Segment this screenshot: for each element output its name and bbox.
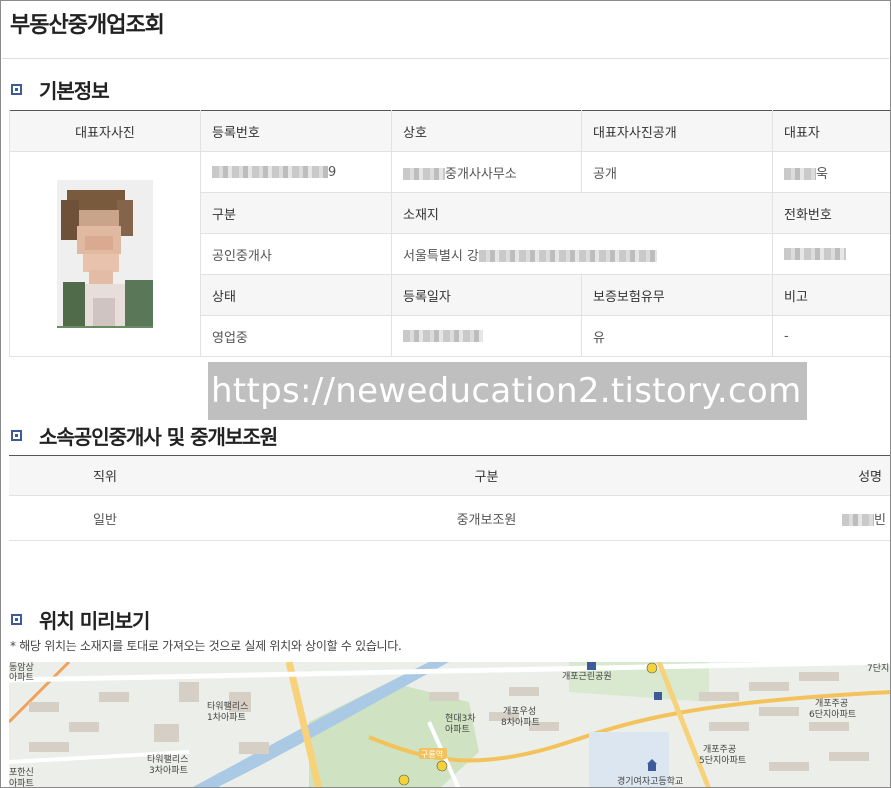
staff-table: 직위 구분 성명 일반 중개보조원 빈	[9, 455, 890, 541]
map-canvas[interactable]: 동암상 아파트 타워팰리스 1차아파트 타워팰리스 3차아파트 포한신 아파트 …	[9, 662, 891, 788]
map-label: 아파트	[9, 778, 34, 788]
status-value: 영업중	[200, 315, 392, 357]
header-staff-type: 구분	[201, 455, 772, 496]
map-label: 개포우성	[503, 706, 536, 717]
map-label: 5단지아파트	[699, 755, 746, 766]
staff-position-value: 일반	[9, 495, 201, 541]
rep-value: 욱	[772, 151, 890, 193]
map-label: 타워팰리스	[207, 700, 248, 712]
station-exit-icon	[436, 760, 448, 772]
rep-photo	[57, 180, 153, 328]
map-label: 타워팰리스	[147, 753, 188, 765]
header-reg-no: 등록번호	[200, 110, 392, 152]
pixelated-portrait-image	[57, 180, 153, 328]
staff-name-value: 빈	[772, 495, 890, 541]
location-note: * 해당 위치는 소재지를 토대로 가져오는 것으로 실제 위치와 상이할 수 …	[10, 639, 402, 653]
map-label: 8차아파트	[501, 716, 540, 728]
remark-value: -	[772, 315, 890, 357]
map-label: 현대3차	[445, 712, 476, 724]
map-label: 개포주공	[703, 744, 736, 755]
staff-type-value: 중개보조원	[201, 495, 772, 541]
location-map[interactable]: 동암상 아파트 타워팰리스 1차아파트 타워팰리스 3차아파트 포한신 아파트 …	[9, 662, 891, 788]
header-position: 직위	[9, 455, 201, 496]
reg-date-value	[391, 315, 582, 357]
header-staff-name: 성명	[772, 455, 890, 496]
staff-title: 소속공인중개사 및 중개보조원	[39, 425, 278, 449]
rep-photo-cell	[9, 151, 201, 357]
map-label: 구룡역	[421, 749, 443, 759]
station-exit-icon	[398, 774, 410, 786]
header-address: 소재지	[391, 192, 773, 234]
header-insurance: 보증보험유무	[581, 274, 773, 316]
header-photo-public: 대표자사진공개	[581, 110, 773, 152]
watermark-url: https://neweducation2.tistory.com	[208, 362, 807, 420]
section-square-icon	[11, 430, 22, 441]
name-value: 중개사사무소	[391, 151, 582, 193]
title-divider	[2, 58, 889, 59]
type-value: 공인중개사	[200, 233, 392, 275]
section-square-icon	[11, 614, 22, 625]
location-heading: 위치 미리보기	[11, 605, 150, 634]
header-photo: 대표자사진	[9, 110, 201, 152]
basic-info-table: 대표자사진 등록번호 상호 대표자사진공개 대표자 9 중개사사무소 공개 욱 …	[9, 110, 890, 357]
map-label: 포한신	[9, 767, 34, 778]
header-rep: 대표자	[772, 110, 890, 152]
location-title: 위치 미리보기	[39, 609, 150, 633]
basic-info-title: 기본정보	[39, 79, 110, 103]
reg-no-value: 9	[200, 151, 392, 193]
header-status: 상태	[200, 274, 392, 316]
phone-value	[772, 233, 890, 275]
poi-icon	[654, 692, 662, 700]
staff-heading: 소속공인중개사 및 중개보조원	[11, 421, 278, 450]
header-reg-date: 등록일자	[391, 274, 582, 316]
header-remark: 비고	[772, 274, 890, 316]
map-label: 개포주공	[815, 698, 848, 709]
map-label: 아파트	[445, 724, 470, 735]
basic-info-heading: 기본정보	[11, 75, 110, 104]
map-label: 1차아파트	[207, 711, 246, 723]
header-phone: 전화번호	[772, 192, 890, 234]
map-label: 3차아파트	[149, 764, 188, 776]
page-frame: 부동산중개업조회 기본정보 대표자사진 등록번호 상호 대표자사진공개 대표자	[0, 0, 891, 788]
insurance-value: 유	[581, 315, 773, 357]
page-title: 부동산중개업조회	[10, 13, 165, 38]
table-row: 일반 중개보조원 빈	[9, 495, 890, 541]
map-label: 7단지	[867, 663, 889, 674]
map-label: 아파트	[9, 672, 34, 683]
station-exit-icon	[646, 662, 658, 674]
address-value: 서울특별시 강	[391, 233, 773, 275]
map-label: 동암상	[9, 662, 34, 673]
map-label: 6단지아파트	[809, 709, 856, 720]
map-label: 개포근린공원	[562, 671, 612, 682]
section-square-icon	[11, 84, 22, 95]
map-label: 경기여자고등학교	[617, 775, 683, 787]
header-name: 상호	[391, 110, 582, 152]
park-poi-icon	[587, 662, 596, 670]
photo-public-value: 공개	[581, 151, 773, 193]
header-type: 구분	[200, 192, 392, 234]
